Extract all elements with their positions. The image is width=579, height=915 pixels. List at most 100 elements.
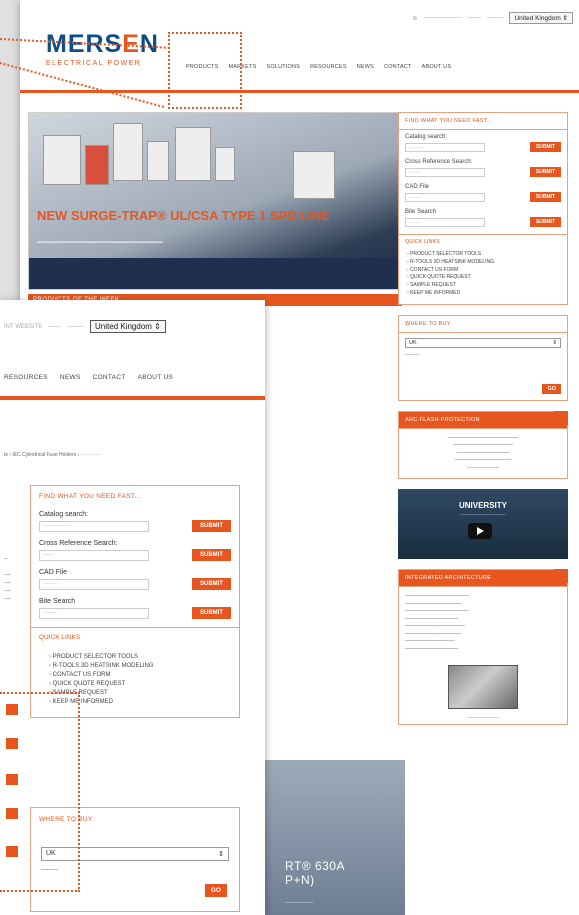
quick-link[interactable]: QUICK QUOTE REQUEST xyxy=(49,680,221,689)
cross-ref-label: Cross Reference Search: xyxy=(405,159,473,165)
banner-subtext: ──────── xyxy=(285,900,314,906)
bite-search-label: Bite Search xyxy=(405,209,437,215)
hero-bottom-strip xyxy=(29,258,401,289)
where-country-select[interactable]: UK ⇕ xyxy=(405,337,561,348)
catalog-submit-button[interactable]: SUBMIT xyxy=(529,142,561,152)
video-subtitle: ────────────── xyxy=(460,512,506,517)
breadcrumb[interactable]: ts › IEC Cylindrical Fuse Holders › ────… xyxy=(4,452,102,458)
quick-link[interactable]: CONTACT US FORM xyxy=(407,267,559,275)
bite-submit-button[interactable]: SUBMIT xyxy=(529,217,561,227)
arc-flash-panel: ARC-FLASH PROTECTION ───────────────────… xyxy=(398,410,568,479)
sidebar: FIND WHAT YOU NEED FAST... Catalog searc… xyxy=(398,112,568,735)
logo-tagline: ELECTRICAL POWER xyxy=(46,60,142,67)
video-thumbnail[interactable]: UNIVERSITY ────────────── xyxy=(398,489,568,559)
quick-link[interactable]: PRODUCT SELECTOR TOOLS xyxy=(407,251,559,259)
quick-link[interactable]: R-TOOLS 3D HEATSINK MODELING xyxy=(407,259,559,267)
nav-solutions[interactable]: SOLUTIONS xyxy=(266,64,300,70)
quick-link[interactable]: PRODUCT SELECTOR TOOLS xyxy=(49,653,221,662)
top-utility-bar: ⊕ ───────── ─── ──── United Kingdom ⇕ xyxy=(412,12,573,24)
nav-contact[interactable]: CONTACT xyxy=(93,374,126,381)
arc-flash-text: ──────────────────── ───────────────── ───… xyxy=(447,434,519,471)
cross-ref-label: Cross Reference Search: xyxy=(39,540,118,547)
where-sub-label: ──── xyxy=(405,351,420,358)
integrated-architecture-title: INTEGRATED ARCHITECTURE xyxy=(399,570,567,587)
mersen-logo[interactable]: MERSEN ELECTRICAL POWER xyxy=(46,32,159,68)
play-icon[interactable] xyxy=(468,523,492,539)
chevron-down-icon: ⇕ xyxy=(562,15,568,22)
quick-link[interactable]: R-TOOLS 3D HEATSINK MODELING xyxy=(49,662,221,671)
catalog-search-label: Catalog search: xyxy=(39,511,89,518)
top-link-placeholder[interactable]: ─── xyxy=(468,15,481,21)
nav-resources[interactable]: RESOURCES xyxy=(4,374,48,381)
highlight-box-product-options xyxy=(0,692,80,892)
nav-news[interactable]: NEWS xyxy=(60,374,81,381)
cross-ref-submit-button[interactable]: SUBMIT xyxy=(529,167,561,177)
nav-resources[interactable]: RESOURCES xyxy=(310,64,347,70)
promo-banner[interactable]: RT® 630A P+N) ──────── xyxy=(265,760,405,915)
product-image xyxy=(448,665,518,709)
catalog-submit-button[interactable]: SUBMIT xyxy=(192,520,231,532)
front-website-link[interactable]: INT WEBSITE xyxy=(4,324,42,330)
hero-title: NEW SURGE-TRAP® UL/CSA TYPE 1 SPD LINE xyxy=(37,208,330,223)
product-description: ─ ── ── ── ── xyxy=(4,556,12,602)
arc-flash-title: ARC-FLASH PROTECTION xyxy=(399,411,567,429)
product-image xyxy=(85,145,109,185)
highlight-box-products-nav xyxy=(168,32,242,109)
chevron-down-icon: ⇕ xyxy=(552,339,557,346)
quick-link[interactable]: CONTACT US FORM xyxy=(49,671,221,680)
expand-icon[interactable] xyxy=(554,410,568,425)
go-button[interactable]: GO xyxy=(542,383,561,394)
product-image xyxy=(215,147,235,181)
bite-search-input[interactable]: ──── xyxy=(39,607,149,619)
where-to-buy-panel: WHERE TO BUY UK ⇕ ──── GO xyxy=(398,314,568,401)
bite-search-input[interactable]: ─── xyxy=(405,217,485,227)
hero-banner[interactable]: NEW SURGE-TRAP® UL/CSA TYPE 1 SPD LINE ━… xyxy=(28,112,402,290)
quick-link[interactable]: KEEP ME INFORMED xyxy=(407,290,559,298)
cad-file-input[interactable]: ─── xyxy=(405,192,485,202)
go-button[interactable]: GO xyxy=(204,884,227,897)
front-nav-underline xyxy=(0,396,265,400)
country-select[interactable]: United Kingdom ⇕ xyxy=(509,12,573,24)
where-to-buy-title: WHERE TO BUY xyxy=(399,316,567,333)
catalog-search-label: Catalog search: xyxy=(405,134,448,140)
cross-ref-input[interactable]: ─── xyxy=(405,167,485,177)
cross-ref-input[interactable]: ─── xyxy=(39,549,149,561)
cad-file-label: CAD File xyxy=(405,184,430,190)
catalog-search-input[interactable]: ───── xyxy=(405,142,485,152)
quick-links-list: PRODUCT SELECTOR TOOLS R-TOOLS 3D HEATSI… xyxy=(399,249,567,304)
product-image xyxy=(43,135,81,185)
front-top-link[interactable]: ──── xyxy=(67,324,84,330)
front-find-fast-panel: FIND WHAT YOU NEED FAST... Catalog searc… xyxy=(30,485,240,718)
product-image xyxy=(147,141,169,181)
globe-icon: ⊕ xyxy=(412,15,418,22)
expand-icon[interactable] xyxy=(554,569,568,583)
front-country-select[interactable]: United Kingdom ⇕ xyxy=(90,320,166,333)
integrated-architecture-panel: INTEGRATED ARCHITECTURE ────────────────… xyxy=(398,569,568,725)
video-title: UNIVERSITY xyxy=(458,501,507,510)
banner-line-2: P+N) xyxy=(285,872,315,887)
top-link-placeholder[interactable]: ──── xyxy=(486,15,503,21)
front-top-link[interactable]: ─── xyxy=(48,324,61,330)
bite-search-label: Bite Search xyxy=(39,598,76,605)
bite-submit-button[interactable]: SUBMIT xyxy=(192,607,231,619)
cad-submit-button[interactable]: SUBMIT xyxy=(529,192,561,202)
cad-file-input[interactable]: ──── xyxy=(39,578,149,590)
image-caption[interactable]: ────────── xyxy=(399,715,567,724)
cross-ref-submit-button[interactable]: SUBMIT xyxy=(192,549,231,561)
nav-news[interactable]: NEWS xyxy=(357,64,374,70)
integrated-architecture-text: ────────────────── ──────────────── ──────… xyxy=(405,593,469,652)
cad-submit-button[interactable]: SUBMIT xyxy=(192,578,231,590)
quick-links-title: QUICK LINKS xyxy=(399,234,567,249)
banner-line-1: RT® 630A xyxy=(285,859,345,873)
quick-link[interactable]: SAMPLE REQUEST xyxy=(407,282,559,290)
find-fast-title: FIND WHAT YOU NEED FAST... xyxy=(399,113,567,130)
chevron-down-icon: ⇕ xyxy=(154,322,161,331)
nav-about-us[interactable]: ABOUT US xyxy=(422,64,452,70)
quick-link[interactable]: QUICK QUOTE REQUEST xyxy=(407,274,559,282)
nav-contact[interactable]: CONTACT xyxy=(384,64,412,70)
catalog-search-input[interactable]: ──────── xyxy=(39,520,149,532)
top-link-placeholder[interactable]: ───────── xyxy=(423,15,461,21)
find-fast-panel: FIND WHAT YOU NEED FAST... Catalog searc… xyxy=(398,112,568,305)
hero-subtitle: ━━━━━━━━━━━━━━━━━━━━━━━━━━━━━━━━━━━━━━ xyxy=(37,240,163,246)
nav-about-us[interactable]: ABOUT US xyxy=(138,374,174,381)
